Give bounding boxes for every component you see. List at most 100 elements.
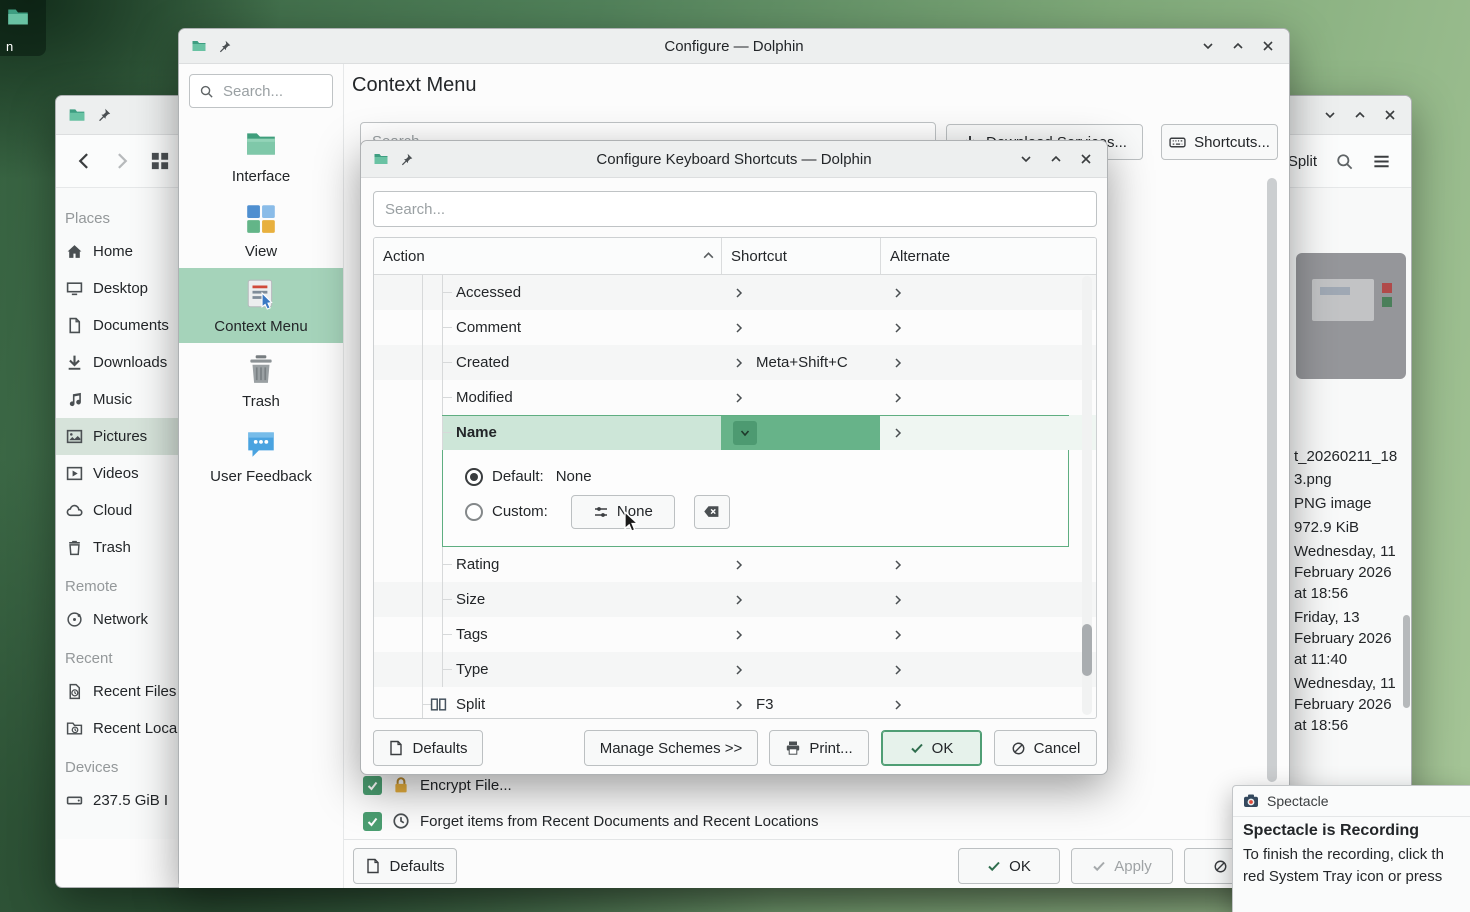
sidebar-item-context-menu[interactable]: Context Menu [179, 268, 343, 343]
alternate-cell[interactable] [880, 617, 1096, 652]
place-item-documents[interactable]: Documents [56, 307, 178, 344]
ok-button[interactable]: OK [958, 848, 1060, 884]
sidebar-item-user-feedback[interactable]: User Feedback [179, 418, 343, 493]
expander-icon[interactable] [733, 357, 745, 369]
defaults-button[interactable]: Defaults [373, 730, 483, 766]
alternate-cell[interactable] [880, 687, 1096, 719]
action-cell[interactable]: Modified [374, 380, 721, 415]
shortcut-cell[interactable] [721, 415, 880, 450]
alternate-cell[interactable] [880, 415, 1096, 450]
default-radio[interactable] [465, 468, 483, 486]
shortcut-row-size[interactable]: Size [374, 582, 1096, 617]
ok-button[interactable]: OK [881, 730, 982, 766]
shortcut-cell[interactable] [721, 380, 880, 415]
expander-icon[interactable] [892, 392, 904, 404]
expander-icon[interactable] [733, 664, 745, 676]
action-cell[interactable]: Tags [374, 617, 721, 652]
maximize-button[interactable] [1045, 148, 1067, 170]
spectacle-notification[interactable]: Spectacle Spectacle is Recording To fini… [1232, 785, 1470, 912]
sidebar-item-trash[interactable]: Trash [179, 343, 343, 418]
expander-icon[interactable] [892, 664, 904, 676]
shortcut-cell[interactable] [721, 582, 880, 617]
pin-icon[interactable] [96, 107, 112, 123]
alternate-cell[interactable] [880, 310, 1096, 345]
shortcuts-search-input[interactable] [383, 200, 1087, 219]
place-item-desktop[interactable]: Desktop [56, 270, 178, 307]
shortcuts-search[interactable] [373, 191, 1097, 227]
alternate-cell[interactable] [880, 345, 1096, 380]
shortcut-cell[interactable] [721, 652, 880, 687]
alternate-cell[interactable] [880, 275, 1096, 310]
apply-button[interactable]: Apply [1071, 848, 1173, 884]
place-item-home[interactable]: Home [56, 233, 178, 270]
action-cell[interactable]: Split [374, 687, 721, 719]
expander-icon[interactable] [892, 322, 904, 334]
panel-scrollbar[interactable] [1403, 615, 1410, 708]
place-item-pictures[interactable]: Pictures [56, 418, 178, 455]
shortcut-dropdown-icon[interactable] [733, 421, 757, 445]
expander-icon[interactable] [733, 594, 745, 606]
checkbox-checked[interactable] [363, 812, 382, 831]
expander-icon[interactable] [733, 699, 745, 711]
place-item-recent-loca[interactable]: Recent Loca [56, 710, 178, 747]
shortcut-cell[interactable] [721, 547, 880, 582]
sidebar-item-view[interactable]: View [179, 193, 343, 268]
clear-shortcut-button[interactable] [694, 495, 730, 529]
place-item-music[interactable]: Music [56, 381, 178, 418]
expander-icon[interactable] [892, 594, 904, 606]
alternate-cell[interactable] [880, 582, 1096, 617]
view-mode-icon[interactable] [150, 151, 170, 171]
action-cell[interactable]: Size [374, 582, 721, 617]
manage-schemes-button[interactable]: Manage Schemes >> [584, 730, 758, 766]
minimize-button[interactable] [1015, 148, 1037, 170]
shortcut-row-tags[interactable]: Tags [374, 617, 1096, 652]
expander-icon[interactable] [733, 322, 745, 334]
expander-icon[interactable] [892, 427, 904, 439]
action-cell[interactable]: Created [374, 345, 721, 380]
close-button[interactable] [1075, 148, 1097, 170]
print-button[interactable]: Print... [769, 730, 869, 766]
column-action[interactable]: Action [374, 238, 721, 274]
close-button[interactable] [1257, 35, 1279, 57]
desktop-folder-icon[interactable]: n [0, 0, 46, 56]
minimize-button[interactable] [1319, 104, 1341, 126]
close-button[interactable] [1379, 104, 1401, 126]
table-header[interactable]: Action Shortcut Alternate [374, 238, 1096, 275]
expander-icon[interactable] [892, 699, 904, 711]
minimize-button[interactable] [1197, 35, 1219, 57]
expander-icon[interactable] [733, 629, 745, 641]
action-cell[interactable]: Name [374, 415, 721, 450]
shortcuts-dialog-titlebar[interactable]: Configure Keyboard Shortcuts — Dolphin [361, 141, 1107, 178]
checkbox-checked[interactable] [363, 776, 382, 795]
settings-search[interactable] [189, 74, 333, 108]
forward-button[interactable] [112, 151, 132, 171]
expander-icon[interactable] [892, 629, 904, 641]
pin-icon[interactable] [399, 152, 414, 167]
settings-search-input[interactable] [221, 82, 323, 101]
pin-icon[interactable] [217, 39, 232, 54]
place-item-trash[interactable]: Trash [56, 529, 178, 566]
shortcut-row-comment[interactable]: Comment [374, 310, 1096, 345]
expander-icon[interactable] [892, 287, 904, 299]
expander-icon[interactable] [892, 559, 904, 571]
configure-dialog-titlebar[interactable]: Configure — Dolphin [179, 29, 1289, 64]
service-row-forget-items[interactable]: Forget items from Recent Documents and R… [363, 806, 819, 836]
shortcut-cell[interactable] [721, 275, 880, 310]
shortcut-row-rating[interactable]: Rating [374, 547, 1096, 582]
place-item-recent-files[interactable]: Recent Files [56, 673, 178, 710]
expander-icon[interactable] [892, 357, 904, 369]
shortcut-cell[interactable] [721, 617, 880, 652]
action-cell[interactable]: Accessed [374, 275, 721, 310]
table-scrollbar[interactable] [1082, 276, 1092, 715]
column-shortcut[interactable]: Shortcut [721, 238, 880, 274]
alternate-cell[interactable] [880, 652, 1096, 687]
shortcut-row-name[interactable]: Name [374, 415, 1096, 450]
back-button[interactable] [74, 151, 94, 171]
sidebar-item-interface[interactable]: Interface [179, 118, 343, 193]
shortcut-row-created[interactable]: CreatedMeta+Shift+C [374, 345, 1096, 380]
settings-scrollbar[interactable] [1267, 178, 1277, 782]
maximize-button[interactable] [1349, 104, 1371, 126]
sort-ascending-icon[interactable] [702, 249, 715, 262]
maximize-button[interactable] [1227, 35, 1249, 57]
shortcut-row-accessed[interactable]: Accessed [374, 275, 1096, 310]
